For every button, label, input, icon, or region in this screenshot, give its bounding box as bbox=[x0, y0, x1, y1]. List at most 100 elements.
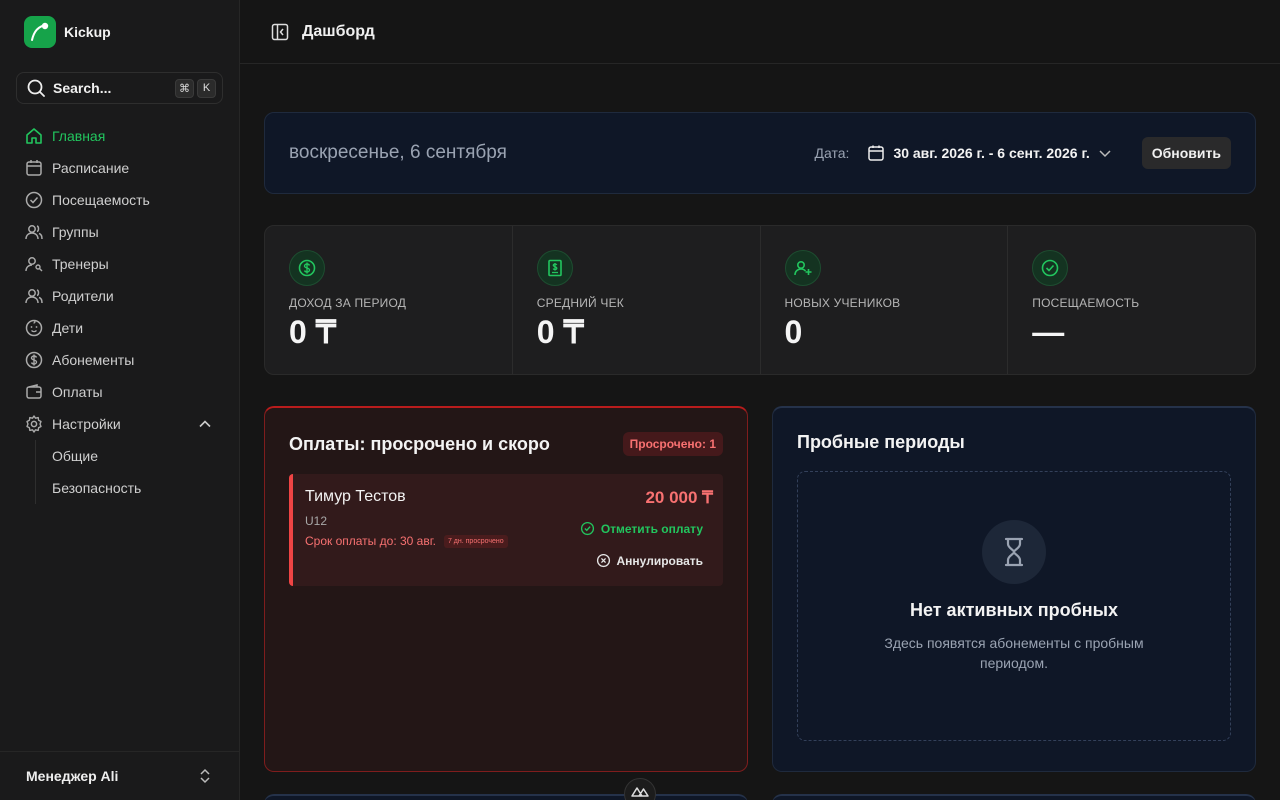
sidebar-item-label: Абонементы bbox=[52, 352, 135, 368]
empty-state: Нет активных пробных Здесь появятся абон… bbox=[797, 471, 1231, 741]
refresh-button[interactable]: Обновить bbox=[1141, 137, 1231, 169]
due-date: Срок оплаты до: 30 авг. 7 дн. просрочено bbox=[305, 534, 703, 548]
sidebar-item-settings[interactable]: Настройки bbox=[16, 408, 224, 440]
sidebar-item-label: Общие bbox=[52, 448, 99, 464]
devtools-logo-icon[interactable] bbox=[624, 778, 656, 800]
sidebar-item-label: Группы bbox=[52, 224, 99, 240]
wallet-icon bbox=[24, 382, 44, 402]
next-panel-right bbox=[772, 794, 1256, 800]
baby-icon bbox=[24, 318, 44, 338]
sidebar-item-groups[interactable]: Группы bbox=[16, 216, 224, 248]
stat-label: ДОХОД ЗА ПЕРИОД bbox=[289, 296, 407, 310]
next-panel-left bbox=[264, 794, 748, 800]
sidebar-item-home[interactable]: Главная bbox=[16, 120, 224, 152]
stat-value: 0 bbox=[784, 314, 803, 350]
home-icon bbox=[24, 126, 44, 146]
gear-icon bbox=[24, 414, 44, 434]
receipt-icon bbox=[536, 250, 573, 286]
sidebar-item-label: Родители bbox=[52, 288, 114, 304]
stats-panel: ДОХОД ЗА ПЕРИОД 0 ₸ СРЕДНИЙ ЧЕК 0 ₸ НОВЫ… bbox=[264, 225, 1256, 375]
date-label: Дата: bbox=[814, 145, 850, 161]
stat-card-income: ДОХОД ЗА ПЕРИОД 0 ₸ bbox=[265, 226, 513, 374]
search-label: Search... bbox=[53, 80, 112, 96]
mark-paid-button[interactable]: Отметить оплату bbox=[580, 521, 703, 536]
overdue-count-badge: Просрочено: 1 bbox=[622, 432, 723, 456]
sidebar: Kickup Search... ⌘ K Главная Расписание … bbox=[0, 0, 240, 800]
empty-title: Нет активных пробных bbox=[909, 600, 1119, 620]
stat-card-new-students: НОВЫХ УЧЕНИКОВ 0 bbox=[761, 226, 1009, 374]
check-circle-icon bbox=[580, 521, 595, 536]
stat-value: 0 ₸ bbox=[536, 314, 584, 350]
sidebar-item-schedule[interactable]: Расписание bbox=[16, 152, 224, 184]
kickup-logo-icon bbox=[24, 16, 56, 48]
user-plus-icon bbox=[784, 250, 821, 286]
sidebar-item-label: Главная bbox=[52, 128, 106, 144]
sidebar-nav: Главная Расписание Посещаемость Группы Т… bbox=[16, 120, 224, 504]
stat-label: СРЕДНИЙ ЧЕК bbox=[536, 296, 624, 310]
user-key-icon bbox=[24, 254, 44, 274]
sidebar-item-security[interactable]: Безопасность bbox=[52, 472, 224, 504]
dollar-circle-icon bbox=[24, 350, 44, 370]
overdue-payments-panel: Оплаты: просрочено и скоро Просрочено: 1… bbox=[264, 406, 748, 772]
overdue-days-badge: 7 дн. просрочено bbox=[443, 534, 508, 548]
mark-paid-label: Отметить оплату bbox=[600, 521, 703, 536]
sidebar-item-coaches[interactable]: Тренеры bbox=[16, 248, 224, 280]
cancel-payment-button[interactable]: Аннулировать bbox=[596, 553, 703, 568]
brand[interactable]: Kickup bbox=[24, 16, 111, 48]
sidebar-toggle-icon[interactable] bbox=[270, 22, 290, 42]
user-menu[interactable]: Менеджер Ali bbox=[0, 751, 240, 800]
sidebar-item-kids[interactable]: Дети bbox=[16, 312, 224, 344]
check-circle-icon bbox=[1032, 250, 1069, 286]
date-bar: воскресенье, 6 сентября Дата: 30 авг. 20… bbox=[264, 112, 1256, 194]
sidebar-item-label: Безопасность bbox=[52, 480, 142, 496]
topbar: Дашборд bbox=[240, 0, 1280, 64]
sidebar-item-payments[interactable]: Оплаты bbox=[16, 376, 224, 408]
payment-amount: 20 000 ₸ bbox=[645, 488, 713, 507]
sidebar-item-label: Настройки bbox=[52, 416, 121, 432]
stat-card-average-check: СРЕДНИЙ ЧЕК 0 ₸ bbox=[513, 226, 761, 374]
hourglass-icon bbox=[982, 520, 1046, 584]
payment-card: Тимур Тестов U12 Срок оплаты до: 30 авг.… bbox=[289, 474, 723, 586]
sidebar-item-label: Оплаты bbox=[52, 384, 103, 400]
chevron-down-icon bbox=[1098, 146, 1112, 160]
stat-value: — bbox=[1032, 314, 1065, 350]
trial-periods-panel: Пробные периоды Нет активных пробных Зде… bbox=[772, 406, 1256, 772]
sidebar-item-general[interactable]: Общие bbox=[52, 440, 224, 472]
date-range-picker[interactable]: 30 авг. 2026 г. - 6 сент. 2026 г. bbox=[867, 144, 1111, 162]
chevrons-up-down-icon bbox=[198, 767, 212, 785]
users-icon bbox=[24, 222, 44, 242]
panel-title: Оплаты: просрочено и скоро bbox=[289, 433, 550, 454]
sidebar-item-parents[interactable]: Родители bbox=[16, 280, 224, 312]
stat-label: ПОСЕЩАЕМОСТЬ bbox=[1032, 296, 1140, 310]
shortcut-key-k: K bbox=[197, 78, 216, 98]
user-name: Менеджер Ali bbox=[26, 768, 119, 784]
chevron-up-icon[interactable] bbox=[198, 417, 212, 431]
student-name[interactable]: Тимур Тестов bbox=[305, 488, 703, 506]
due-date-text: Срок оплаты до: 30 авг. bbox=[305, 534, 436, 548]
page-title: Дашборд bbox=[302, 22, 375, 40]
check-circle-icon bbox=[24, 190, 44, 210]
calendar-icon bbox=[24, 158, 44, 178]
sidebar-item-subscriptions[interactable]: Абонементы bbox=[16, 344, 224, 376]
app-name: Kickup bbox=[64, 24, 111, 40]
sidebar-item-attendance[interactable]: Посещаемость bbox=[16, 184, 224, 216]
sidebar-item-label: Дети bbox=[52, 320, 84, 336]
dollar-circle-icon bbox=[289, 250, 325, 286]
users-icon bbox=[24, 286, 44, 306]
sidebar-item-label: Посещаемость bbox=[52, 192, 150, 208]
empty-description: Здесь появятся абонементы с пробным пери… bbox=[884, 635, 1144, 671]
sidebar-item-label: Тренеры bbox=[52, 256, 109, 272]
calendar-icon bbox=[867, 144, 885, 162]
sidebar-item-label: Расписание bbox=[52, 160, 130, 176]
cancel-label: Аннулировать bbox=[616, 553, 703, 568]
stat-label: НОВЫХ УЧЕНИКОВ bbox=[784, 296, 901, 310]
panel-title: Пробные периоды bbox=[797, 432, 965, 452]
settings-submenu: Общие Безопасность bbox=[35, 440, 224, 504]
stat-card-attendance: ПОСЕЩАЕМОСТЬ — bbox=[1008, 226, 1255, 374]
x-circle-icon bbox=[596, 553, 611, 568]
date-range-value: 30 авг. 2026 г. - 6 сент. 2026 г. bbox=[893, 145, 1090, 161]
shortcut-key-cmd: ⌘ bbox=[175, 78, 194, 98]
search-icon bbox=[27, 79, 45, 97]
search-input[interactable]: Search... ⌘ K bbox=[16, 72, 223, 104]
stat-value: 0 ₸ bbox=[289, 314, 337, 350]
